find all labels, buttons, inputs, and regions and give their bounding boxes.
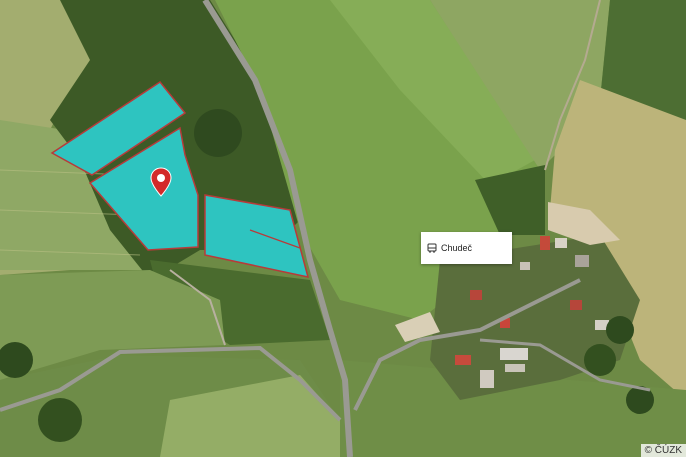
bus-stop-label[interactable]: Chudeč (421, 232, 512, 264)
poi-name: Chudeč (441, 243, 473, 253)
map-attribution: © ČÚZK (640, 444, 686, 457)
map-viewport[interactable]: Chudeč © ČÚZK (0, 0, 686, 457)
location-pin-icon[interactable] (150, 167, 172, 197)
aerial-imagery (0, 0, 686, 457)
bus-stop-icon (427, 243, 437, 253)
